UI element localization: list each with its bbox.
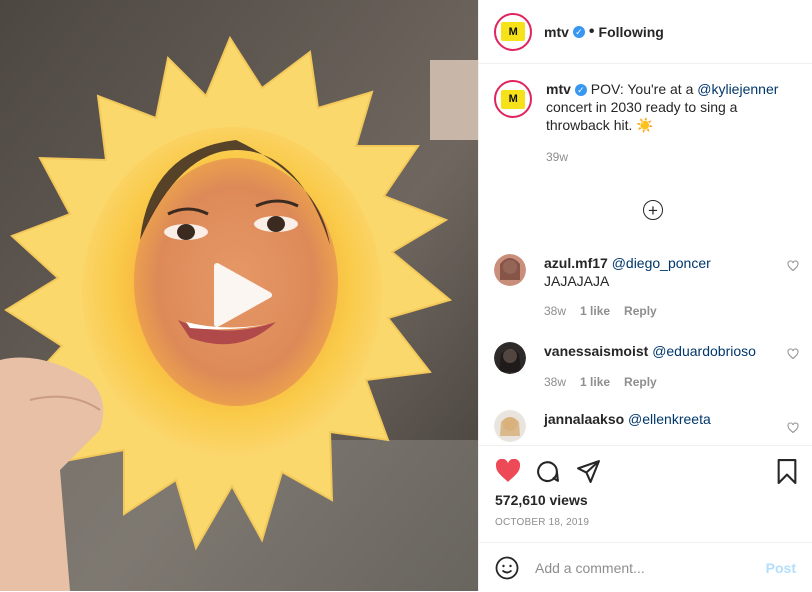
comment-item: vanessaismoist @eduardobrioso 38w 1 like R… [494,342,799,391]
comment-body: jannalaakso @ellenkreeta [544,410,774,442]
reply-button[interactable]: Reply [624,375,657,389]
comment-item: azul.mf17 @diego_poncer JAJAJAJA 38w 1 li… [494,254,799,320]
plus-circle-icon[interactable]: + [643,200,663,220]
post-date[interactable]: OCTOBER 18, 2019 [495,517,589,528]
comment-input[interactable]: Add a comment... [535,560,645,576]
comment-mention-link[interactable]: @diego_poncer [612,255,711,271]
comment-username[interactable]: azul.mf17 [544,255,608,271]
avatar[interactable]: M [494,12,532,51]
post-actions: 572,610 views OCTOBER 18, 2019 Add a com… [479,445,812,591]
caption-text-before: POV: You're at a [590,81,698,97]
comment-username[interactable]: vanessaismoist [544,343,648,359]
header-username[interactable]: mtv [544,24,569,40]
post-button[interactable]: Post [766,560,796,576]
caption: M mtv ✓ POV: You're at a @kyliejenner con… [479,64,812,166]
caption-text-after: concert in 2030 ready to sing a throwbac… [546,99,738,133]
comment-username[interactable]: jannalaakso [544,411,624,427]
comment-text: JAJAJAJA [544,273,610,289]
comment-meta: 38w 1 like Reply [544,373,774,391]
comment-mention-link[interactable]: @ellenkreeta [628,411,711,427]
post-sidebar: M mtv ✓ • Following M mtv ✓ POV: You're a… [478,0,812,591]
comment-time[interactable]: 38w [544,304,566,318]
instagram-post-modal: M mtv ✓ • Following M mtv ✓ POV: You're a… [0,0,812,591]
comment-body: vanessaismoist @eduardobrioso 38w 1 like R… [544,342,774,391]
commenter-avatar[interactable] [494,342,526,374]
following-button[interactable]: Following [599,24,664,40]
caption-username[interactable]: mtv [546,81,571,97]
comment-item: jannalaakso @ellenkreeta [494,410,799,442]
comments-area[interactable]: M mtv ✓ POV: You're at a @kyliejenner con… [479,64,812,445]
emoji-icon[interactable] [495,556,519,580]
comment-body: azul.mf17 @diego_poncer JAJAJAJA 38w 1 li… [544,254,774,320]
bookmark-icon[interactable] [776,459,798,484]
comment-like-icon[interactable] [787,260,799,272]
commenter-avatar[interactable] [494,254,526,286]
reply-button[interactable]: Reply [624,304,657,318]
add-comment-bar: Add a comment... Post [479,542,812,592]
mtv-logo: M [499,85,527,113]
verified-badge-icon: ✓ [574,84,587,96]
comment-time[interactable]: 38w [544,375,566,389]
share-icon[interactable] [576,459,601,484]
caption-time[interactable]: 39w [546,148,796,166]
comment-like-icon[interactable] [787,348,799,360]
heart-filled-icon[interactable] [495,459,521,483]
comment-like-icon[interactable] [787,422,799,434]
comment-likes[interactable]: 1 like [580,304,610,318]
caption-avatar[interactable]: M [494,80,532,118]
comment-icon[interactable] [535,459,560,484]
mtv-logo: M [499,17,527,46]
comment-meta: 38w 1 like Reply [544,302,774,320]
caption-text: mtv ✓ POV: You're at a @kyliejenner conce… [546,80,796,166]
comment-likes[interactable]: 1 like [580,375,610,389]
verified-badge-icon: ✓ [572,25,585,38]
commenter-avatar[interactable] [494,410,526,442]
header-separator: • [588,22,595,40]
post-header: M mtv ✓ • Following [479,0,812,64]
caption-mention-link[interactable]: @kyliejenner [697,81,778,97]
comment-mention-link[interactable]: @eduardobrioso [652,343,756,359]
play-icon[interactable] [209,262,273,333]
view-count[interactable]: 572,610 views [495,492,588,508]
post-video[interactable] [0,0,478,591]
